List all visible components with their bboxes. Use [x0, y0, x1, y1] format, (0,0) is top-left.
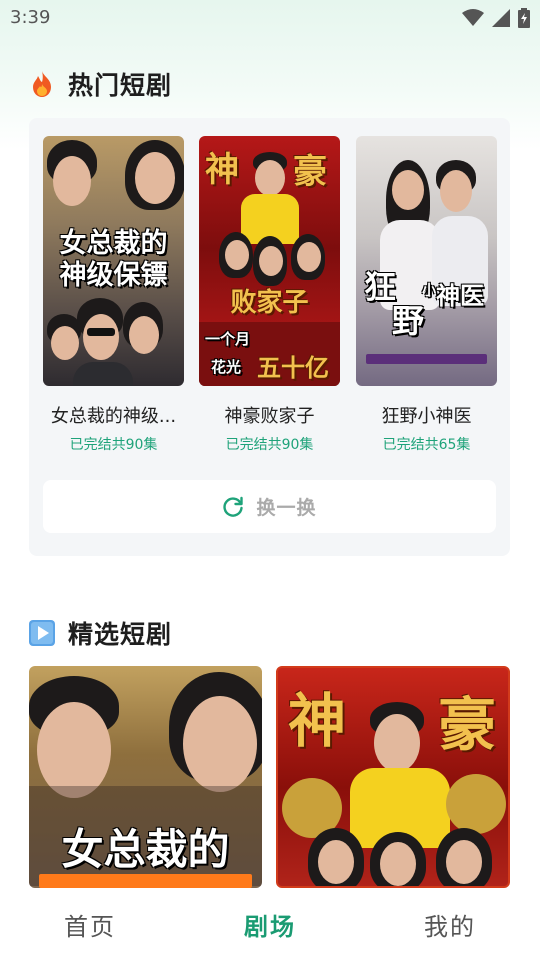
fire-icon — [28, 70, 56, 98]
poster-tagline: 花光 — [211, 358, 242, 376]
drama-status: 已完结共90集 — [225, 437, 314, 453]
poster-title: 女总裁的 — [59, 228, 168, 259]
poster-title: 野 — [392, 302, 425, 340]
refresh-button[interactable]: 换一换 — [43, 480, 496, 533]
hot-drama-item[interactable]: 狂 野 小 神医 狂野小神医 已完结共65集 — [356, 136, 497, 454]
wifi-icon — [462, 9, 484, 26]
status-icons — [462, 8, 530, 28]
battery-charging-icon — [518, 8, 530, 28]
poster-title: 豪 — [438, 691, 497, 759]
poster-title: 神级保镖 — [59, 260, 168, 291]
nav-home[interactable]: 首页 — [0, 907, 180, 942]
drama-poster[interactable]: 神 豪 败家子 一个月 花光 五十亿 — [199, 136, 340, 386]
poster-title: 女总裁的 — [61, 825, 230, 874]
featured-section-title: 精选短剧 — [68, 620, 173, 649]
hot-drama-item[interactable]: 女总裁的 神级保镖 女总裁的神级... 已完结共90集 — [43, 136, 184, 454]
featured-drama-poster[interactable]: 神 豪 — [276, 666, 510, 888]
featured-section-header: 精选短剧 — [28, 615, 172, 651]
drama-name: 女总裁的神级... — [50, 406, 177, 427]
drama-name: 狂野小神医 — [381, 406, 472, 427]
nav-theater[interactable]: 剧场 — [180, 907, 360, 942]
drama-poster[interactable]: 女总裁的 神级保镖 — [43, 136, 184, 386]
hot-drama-item[interactable]: 神 豪 败家子 一个月 花光 五十亿 神豪败家子 已完结共90集 — [199, 136, 340, 454]
drama-status: 已完结共90集 — [69, 437, 158, 453]
refresh-label: 换一换 — [256, 497, 317, 519]
play-icon — [28, 619, 56, 647]
drama-name: 神豪败家子 — [224, 406, 315, 427]
status-bar: 3:39 — [0, 0, 540, 36]
nav-mine[interactable]: 我的 — [360, 907, 540, 942]
hot-dramas-card: 女总裁的 神级保镖 女总裁的神级... 已完结共90集 神 豪 败家子 一个月 … — [29, 118, 510, 556]
featured-drama-poster[interactable]: 女总裁的 — [29, 666, 262, 888]
bottom-nav: 首页 剧场 我的 — [0, 888, 540, 960]
refresh-icon — [223, 496, 244, 517]
poster-title: 神医 — [436, 281, 484, 310]
drama-poster[interactable]: 狂 野 小 神医 — [356, 136, 497, 386]
drama-status: 已完结共65集 — [382, 437, 471, 453]
poster-title: 神 — [205, 150, 239, 190]
poster-title: 败家子 — [230, 288, 309, 318]
poster-tagline: 五十亿 — [257, 353, 329, 382]
status-time: 3:39 — [10, 7, 51, 28]
poster-title: 神 — [288, 687, 347, 755]
poster-title: 豪 — [293, 152, 327, 192]
hot-section-title: 热门短剧 — [68, 71, 173, 100]
hot-section-header: 热门短剧 — [28, 66, 172, 102]
signal-icon — [492, 9, 510, 27]
poster-tagline: 一个月 — [205, 330, 251, 348]
